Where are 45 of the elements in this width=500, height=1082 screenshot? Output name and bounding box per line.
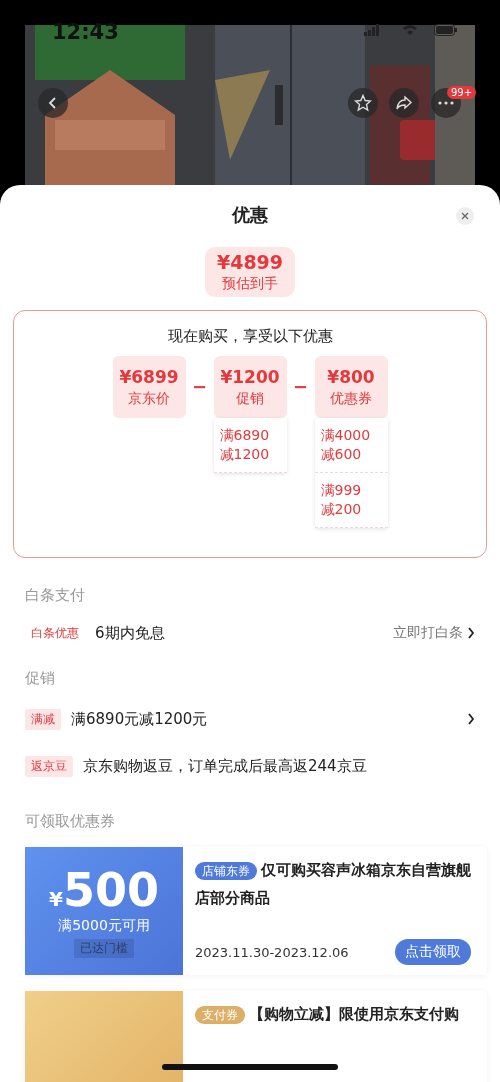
status-time: 12:43: [52, 20, 119, 44]
chevron-icon[interactable]: [467, 713, 475, 725]
battery-icon: [434, 24, 458, 36]
minus-sign: −: [190, 375, 209, 399]
promotion-text: 满6890元减1200元: [71, 709, 209, 729]
discount-rule: 满4000 减600: [314, 418, 388, 473]
baitiao-link[interactable]: 立即打白条: [393, 624, 475, 642]
component-amount: ¥1200: [220, 366, 280, 387]
component-amount: ¥6899: [119, 366, 179, 387]
signal-icon: [364, 24, 380, 36]
share-icon: [395, 95, 413, 111]
wifi-icon: [402, 24, 418, 36]
component-label: 促销: [236, 389, 264, 408]
section-heading: 促销: [24, 669, 56, 688]
breakdown-heading: 现在购买，享受以下优惠: [166, 327, 334, 346]
component-amount: ¥800: [327, 366, 375, 387]
close-icon: [461, 212, 469, 220]
promotion-text: 京东购物返豆，订单完成后最高返244京豆: [83, 756, 368, 776]
section-heading: 白条支付: [24, 586, 86, 605]
coupon-title: 店铺东券 仅可购买容声冰箱京东自营旗舰店部分商品: [195, 860, 471, 909]
currency-sign: ¥: [49, 886, 63, 911]
installment-text: 6期内免息: [95, 623, 166, 643]
discount-rule: 满6890 减1200: [213, 418, 287, 473]
coupon-condition: 满5000元可用: [58, 916, 150, 935]
sheet-title: 优惠: [232, 203, 268, 227]
threshold-status: 已达门槛: [74, 938, 134, 958]
estimated-price: ¥4899: [216, 251, 284, 273]
close-button[interactable]: [456, 207, 474, 225]
baitiao-tag: 白条优惠: [25, 622, 85, 644]
component-label: 京东价: [128, 389, 170, 408]
validity-dates: 2023.11.30-2023.12.06: [195, 944, 349, 960]
minus-sign: −: [291, 375, 310, 399]
discount-rule: 满999 减200: [314, 473, 388, 528]
component-label: 优惠券: [330, 389, 372, 408]
section-heading: 可领取优惠券: [24, 812, 116, 831]
claim-button[interactable]: 点击领取: [395, 939, 471, 965]
more-icon: [438, 101, 454, 105]
coupon-amount: 500: [62, 864, 159, 915]
coupon-title: 支付券 【购物立减】限使用京东支付购: [195, 1001, 471, 1029]
promotion-tag: 返京豆: [25, 755, 73, 777]
star-icon: [354, 94, 372, 112]
notification-badge: 99+: [447, 86, 477, 99]
estimated-label: 预估到手: [222, 275, 278, 293]
promotion-tag: 满减: [25, 708, 61, 730]
chevron-icon: [467, 627, 475, 639]
